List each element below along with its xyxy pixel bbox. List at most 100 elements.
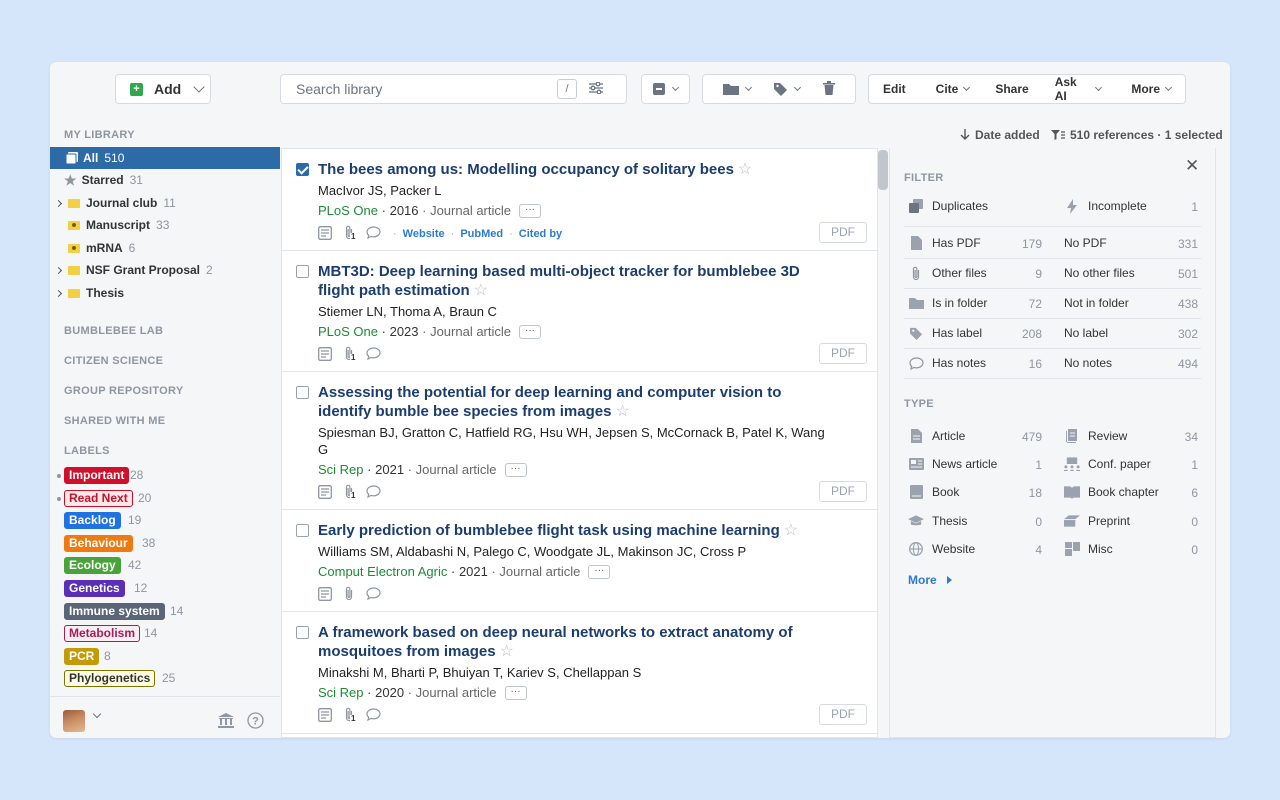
label-tag[interactable]: Immune system (64, 602, 165, 620)
filter-option[interactable]: No PDF (1064, 233, 1107, 253)
scrollbar[interactable] (878, 150, 888, 190)
sidebar-item-manuscript[interactable]: Manuscript 33 (50, 214, 280, 236)
notes-icon[interactable] (318, 484, 332, 502)
reference-link[interactable]: Cited by (519, 228, 562, 240)
edit-button[interactable]: Edit (875, 82, 914, 96)
star-icon[interactable]: ☆ (784, 522, 798, 539)
filter-duplicates[interactable]: Duplicates (908, 196, 988, 216)
label-tag[interactable]: Genetics (64, 580, 125, 597)
group-citizen-science[interactable]: CITIZEN SCIENCE (64, 355, 163, 367)
more-types-link[interactable]: More (908, 573, 952, 587)
more-options-button[interactable]: ··· (519, 203, 542, 218)
reference-checkbox[interactable] (296, 524, 309, 537)
reference-title[interactable]: The bees among us: Modelling occupancy o… (318, 160, 838, 179)
trash-icon[interactable] (823, 80, 836, 98)
type-option[interactable]: News article (908, 454, 997, 474)
label-menu-button[interactable] (773, 82, 802, 96)
comment-icon[interactable] (366, 347, 381, 363)
chevron-right-icon[interactable] (54, 289, 63, 297)
reference-checkbox[interactable] (296, 626, 309, 639)
label-tag[interactable]: Ecology (64, 557, 121, 575)
group-repository[interactable]: GROUP REPOSITORY (64, 385, 184, 397)
notes-icon[interactable] (318, 225, 332, 243)
pdf-button[interactable]: PDF (819, 343, 867, 364)
more-options-button[interactable]: ··· (588, 564, 611, 579)
folder-menu-button[interactable] (722, 83, 752, 95)
filter-option[interactable]: No notes (1064, 353, 1112, 373)
more-options-button[interactable]: ··· (504, 462, 527, 477)
chevron-down-icon[interactable] (92, 709, 102, 719)
comment-icon[interactable] (366, 587, 381, 603)
sidebar-item-mrna[interactable]: mRNA 6 (50, 237, 280, 259)
filter-option[interactable]: No other files (1064, 263, 1135, 283)
help-icon[interactable]: ? (247, 712, 264, 729)
more-button[interactable]: More (1123, 82, 1179, 96)
reference-link[interactable]: PubMed (460, 228, 503, 240)
reference-title[interactable]: A framework based on deep neural network… (318, 623, 838, 661)
group-shared-with-me[interactable]: SHARED WITH ME (64, 415, 165, 427)
type-option[interactable]: Misc (1064, 539, 1113, 559)
chevron-right-icon[interactable] (54, 266, 63, 274)
type-option[interactable]: Book chapter (1064, 482, 1159, 502)
attachment-icon[interactable]: 1 (344, 346, 357, 364)
reference-title[interactable]: Early prediction of bumblebee flight tas… (318, 521, 838, 540)
reference-link[interactable]: Website (403, 228, 445, 240)
attachment-icon[interactable]: 1 (344, 225, 357, 243)
type-option[interactable]: Review (1064, 426, 1127, 446)
type-option[interactable]: Thesis (908, 511, 967, 531)
reference-item[interactable]: MBT3D: Deep learning based multi-object … (282, 251, 877, 372)
filter-option[interactable]: Has notes (908, 353, 986, 373)
comment-icon[interactable] (366, 708, 381, 724)
attachment-icon[interactable]: 1 (344, 707, 357, 725)
sidebar-item-starred[interactable]: ★ Starred 31 (50, 169, 280, 191)
reference-item[interactable]: Early prediction of bumblebee flight tas… (282, 510, 877, 612)
star-icon[interactable]: ☆ (615, 403, 629, 420)
label-tag[interactable]: Read Next (64, 489, 133, 507)
institution-icon[interactable] (218, 713, 234, 728)
close-icon[interactable]: ✕ (1185, 156, 1199, 176)
filter-option[interactable]: Other files (908, 263, 987, 283)
reference-item[interactable]: A framework based on deep neural network… (282, 612, 877, 734)
star-icon[interactable]: ☆ (500, 643, 514, 660)
sidebar-item-all[interactable]: All 510 (50, 147, 280, 169)
filter-option[interactable]: Is in folder (908, 293, 987, 313)
chevron-right-icon[interactable] (54, 199, 63, 207)
select-button[interactable] (641, 74, 690, 104)
label-tag[interactable]: Backlog (64, 512, 121, 530)
reference-title[interactable]: Assessing the potential for deep learnin… (318, 383, 838, 421)
more-options-button[interactable]: ··· (519, 324, 542, 339)
share-button[interactable]: Share (987, 82, 1036, 96)
sidebar-item-nsf-grant-proposal[interactable]: NSF Grant Proposal 2 (50, 259, 280, 281)
avatar[interactable] (63, 710, 85, 732)
filter-option[interactable]: No label (1064, 323, 1108, 343)
reference-item[interactable]: The bees among us: Modelling occupancy o… (282, 149, 877, 251)
attachment-icon[interactable]: 1 (344, 484, 357, 502)
sidebar-item-journal-club[interactable]: Journal club 11 (50, 192, 280, 214)
reference-checkbox[interactable] (296, 265, 309, 278)
label-tag[interactable]: Metabolism (64, 625, 141, 643)
add-button[interactable]: + Add (115, 74, 211, 104)
type-option[interactable]: Website (908, 539, 975, 559)
reference-checkbox[interactable] (296, 163, 309, 176)
filter-option[interactable]: Not in folder (1064, 293, 1129, 313)
pdf-button[interactable]: PDF (819, 481, 867, 502)
cite-button[interactable]: Cite (928, 82, 978, 96)
reference-checkbox[interactable] (296, 386, 309, 399)
notes-icon[interactable] (318, 707, 332, 725)
attachment-icon[interactable] (344, 586, 354, 604)
star-icon[interactable]: ☆ (474, 282, 488, 299)
filter-incomplete[interactable]: Incomplete (1064, 196, 1147, 216)
group-bumblebee-lab[interactable]: BUMBLEBEE LAB (64, 325, 163, 337)
ask-ai-button[interactable]: Ask AI (1047, 75, 1110, 103)
type-option[interactable]: Preprint (1064, 511, 1130, 531)
search-input[interactable] (281, 75, 551, 103)
star-icon[interactable]: ☆ (738, 161, 752, 178)
sliders-icon[interactable] (589, 81, 603, 97)
label-tag[interactable]: Important (64, 467, 130, 484)
type-option[interactable]: Conf. paper (1064, 454, 1151, 474)
more-options-button[interactable]: ··· (504, 685, 527, 700)
pdf-button[interactable]: PDF (819, 704, 867, 725)
notes-icon[interactable] (318, 586, 332, 604)
sort-control[interactable]: Date added (960, 128, 1040, 142)
label-tag[interactable]: Behaviour (64, 534, 133, 552)
